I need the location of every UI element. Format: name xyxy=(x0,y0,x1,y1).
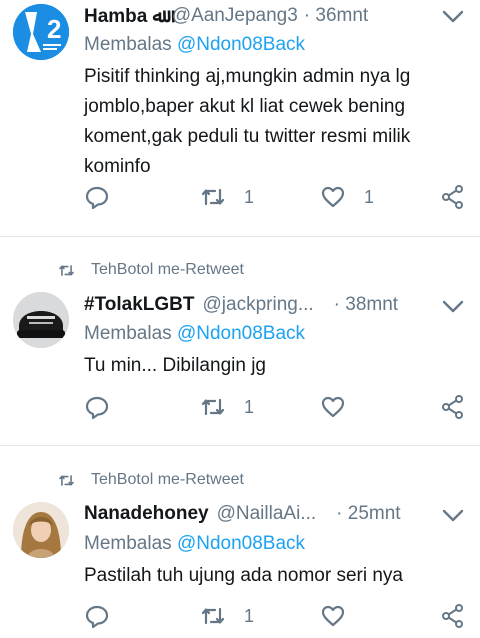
tweet-text-line: jomblo,baper akut kl liat cewek bening xyxy=(84,96,406,117)
timestamp: · 38mnt xyxy=(333,294,399,315)
reply-icon xyxy=(85,605,109,629)
retweet-button[interactable]: 1 xyxy=(200,394,254,420)
tweet-actions: 1 1 xyxy=(0,184,480,214)
reply-button[interactable] xyxy=(84,394,110,420)
reply-prefix: Membalas xyxy=(84,34,172,55)
tweet-text: Tu min... Dibilangin jg xyxy=(84,351,464,381)
retweet-icon xyxy=(201,188,225,206)
tweet-3[interactable]: TehBotol me-Retweet Nanadehoney @NaillaA… xyxy=(0,446,480,638)
svg-text:2: 2 xyxy=(47,14,61,44)
retweet-count: 1 xyxy=(244,396,255,417)
reply-icon xyxy=(85,396,109,420)
display-name[interactable]: #TolakLGBT xyxy=(84,294,195,316)
heart-icon xyxy=(321,396,345,418)
reply-button[interactable] xyxy=(84,603,110,629)
share-icon xyxy=(442,604,463,628)
tweet-text-line: Tu min... Dibilangin jg xyxy=(84,355,266,376)
avatar[interactable]: 2 xyxy=(13,4,69,60)
retweet-count: 1 xyxy=(244,605,255,626)
tweet-actions: 1 xyxy=(0,394,480,424)
avatar[interactable] xyxy=(13,292,69,348)
reply-button[interactable] xyxy=(84,184,110,210)
reply-context: Membalas @Ndon08Back xyxy=(84,34,305,56)
avatar-logo-icon: 2 xyxy=(13,4,69,60)
tweet-actions: 1 xyxy=(0,603,480,633)
retweeted-by: TehBotol me-Retweet xyxy=(58,260,244,280)
retweeted-by: TehBotol me-Retweet xyxy=(58,470,244,490)
reply-mention-link[interactable]: @Ndon08Back xyxy=(177,533,305,554)
like-button[interactable]: 1 xyxy=(320,184,374,210)
reply-mention-link[interactable]: @Ndon08Back xyxy=(177,323,305,344)
like-button[interactable] xyxy=(320,603,346,629)
tweet-text: Pisitif thinking aj,mungkin admin nya lg… xyxy=(84,62,464,182)
share-icon xyxy=(442,395,463,419)
tweet-text-line: Pastilah tuh ujung ada nomor seri nya xyxy=(84,565,403,586)
retweet-count: 1 xyxy=(244,186,255,207)
like-button[interactable] xyxy=(320,394,346,420)
avatar-cap-icon xyxy=(13,292,69,348)
reply-prefix: Membalas xyxy=(84,533,172,554)
tweet-header: #TolakLGBT @jackpring... · 38mnt xyxy=(84,293,398,317)
heart-icon xyxy=(321,186,345,208)
heart-icon xyxy=(321,605,345,627)
share-icon xyxy=(442,185,463,209)
avatar-person-icon xyxy=(13,502,69,558)
retweet-icon xyxy=(201,398,225,416)
tweet-2[interactable]: TehBotol me-Retweet #TolakLGBT @jackprin… xyxy=(0,237,480,445)
like-count: 1 xyxy=(364,186,375,207)
tweet-text: Pastilah tuh ujung ada nomor seri nya xyxy=(84,561,464,591)
reply-prefix: Membalas xyxy=(84,323,172,344)
display-name[interactable]: Nanadehoney xyxy=(84,503,209,525)
tweet-1[interactable]: 2 Hamba ﷲ @AanJepang3 · 36mnt Membalas @… xyxy=(0,0,480,236)
reply-context: Membalas @Ndon08Back xyxy=(84,323,305,345)
retweet-button[interactable]: 1 xyxy=(200,184,254,210)
timestamp: · 36mnt xyxy=(303,5,369,26)
reply-context: Membalas @Ndon08Back xyxy=(84,533,305,555)
avatar[interactable] xyxy=(13,502,69,558)
share-button[interactable] xyxy=(440,394,466,420)
handle[interactable]: @jackpring... xyxy=(203,294,314,316)
chevron-down-icon[interactable] xyxy=(442,509,464,523)
tweet-text-line: koment,gak peduli tu twitter resmi milik xyxy=(84,126,411,147)
reply-mention-link[interactable]: @Ndon08Back xyxy=(177,34,305,55)
retweeted-by-label[interactable]: TehBotol me-Retweet xyxy=(91,261,244,279)
share-button[interactable] xyxy=(440,603,466,629)
handle[interactable]: @AanJepang3 xyxy=(172,5,298,27)
retweeted-by-label[interactable]: TehBotol me-Retweet xyxy=(91,471,244,489)
tweet-header: Hamba ﷲ @AanJepang3 · 36mnt xyxy=(84,4,368,28)
chevron-down-icon[interactable] xyxy=(442,10,464,24)
handle[interactable]: @NaillaAi... xyxy=(217,503,317,525)
tweet-text-line: kominfo xyxy=(84,156,151,177)
retweet-icon xyxy=(201,607,225,625)
retweet-icon xyxy=(59,474,74,486)
retweet-button[interactable]: 1 xyxy=(200,603,254,629)
display-name[interactable]: Hamba ﷲ xyxy=(84,5,164,28)
tweet-text-line: Pisitif thinking aj,mungkin admin nya lg xyxy=(84,66,411,87)
tweet-header: Nanadehoney @NaillaAi... · 25mnt xyxy=(84,502,401,526)
retweet-icon xyxy=(59,264,74,276)
reply-icon xyxy=(85,186,109,210)
chevron-down-icon[interactable] xyxy=(442,300,464,314)
timestamp: · 25mnt xyxy=(336,503,401,524)
share-button[interactable] xyxy=(440,184,466,210)
